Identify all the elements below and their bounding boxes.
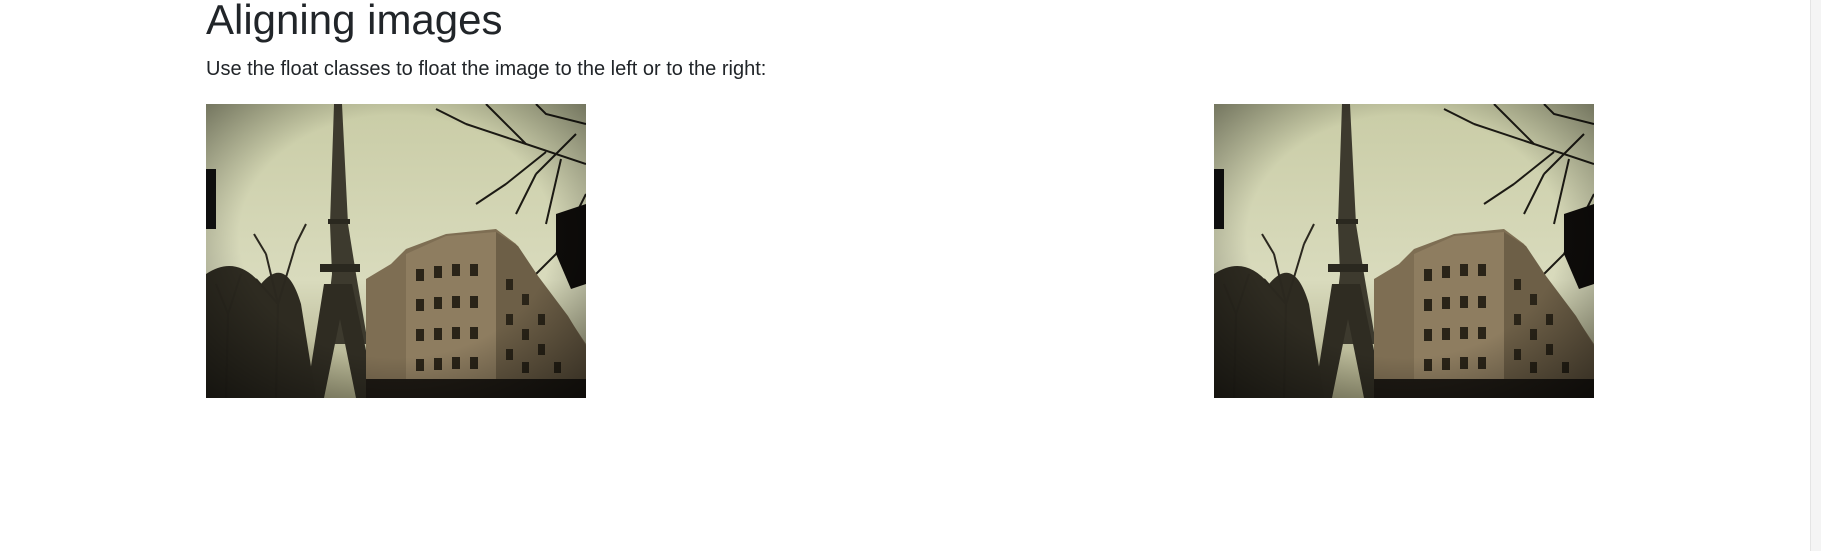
page-title: Aligning images [206, 0, 503, 43]
paris-photo-right [1214, 104, 1594, 398]
paris-photo-left [206, 104, 586, 398]
page: Aligning images Use the float classes to… [0, 0, 1821, 551]
vertical-scrollbar[interactable] [1810, 0, 1821, 551]
float-left-image [206, 104, 586, 398]
float-right-image [1214, 104, 1594, 398]
description-text: Use the float classes to float the image… [206, 58, 767, 80]
